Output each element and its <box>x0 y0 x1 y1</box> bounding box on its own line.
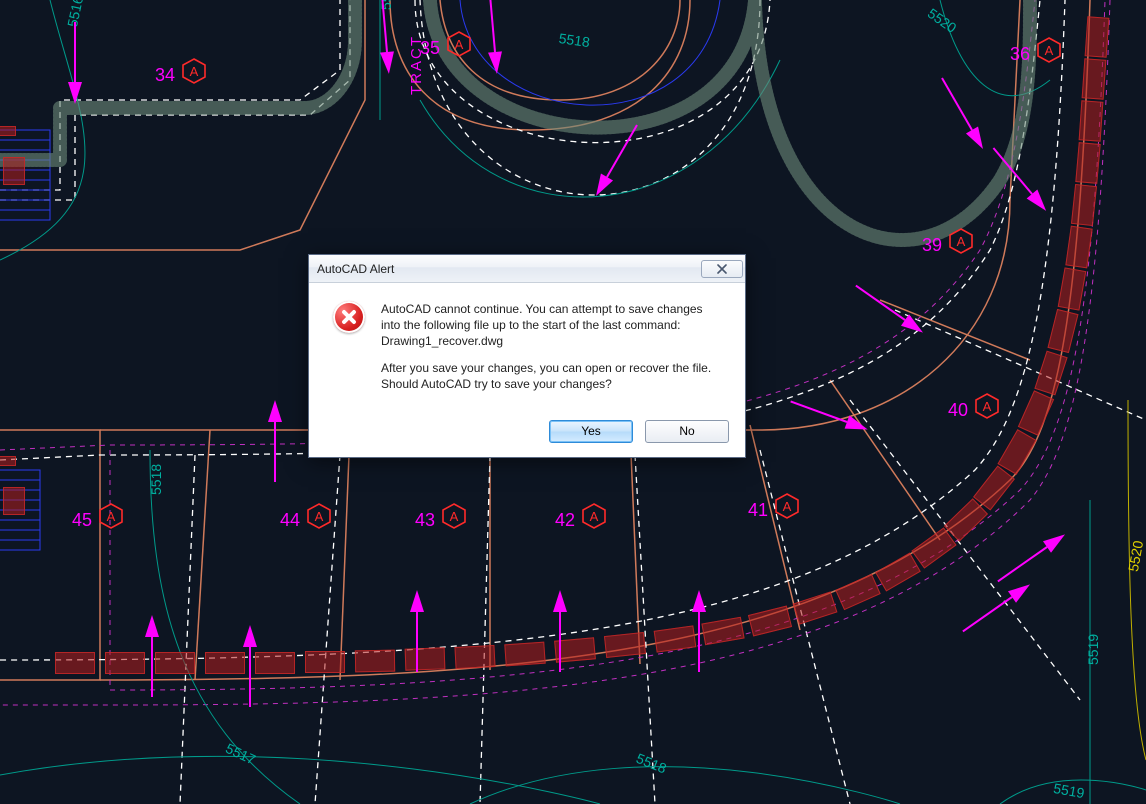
svg-text:A: A <box>1045 43 1054 58</box>
lot-number: 43 <box>415 510 435 530</box>
lot-number: 34 <box>155 65 175 85</box>
dialog-message-line1: AutoCAD cannot continue. You can attempt… <box>381 302 703 332</box>
lot-label: 45 A <box>72 500 124 531</box>
dialog-filename: Drawing1_recover.dwg <box>381 334 503 348</box>
dialog-body: AutoCAD cannot continue. You can attempt… <box>309 283 745 414</box>
lot-hex-icon: A <box>948 228 974 254</box>
lot-label: 44 A <box>280 500 332 531</box>
svg-text:A: A <box>190 64 199 79</box>
dialog-title: AutoCAD Alert <box>317 262 394 276</box>
flow-arrow-icon <box>410 590 424 612</box>
contour-label: 5519 <box>1085 634 1101 665</box>
flow-arrow-icon <box>243 625 257 647</box>
flow-arrow-icon <box>380 51 396 74</box>
lot-hex-icon: A <box>441 503 467 529</box>
lot-label: 42 A <box>555 500 607 531</box>
autocad-alert-dialog: AutoCAD Alert AutoCAD cannot continue. Y… <box>308 254 746 458</box>
dialog-close-button[interactable] <box>701 260 743 278</box>
dialog-message-line2: After you save your changes, you can ope… <box>381 361 711 375</box>
svg-text:A: A <box>983 399 992 414</box>
lot-hex-icon: A <box>98 503 124 529</box>
svg-text:A: A <box>107 509 116 524</box>
contour-label: 5517 <box>378 0 394 10</box>
lot-hex-icon: A <box>774 493 800 519</box>
lot-label: 39 A <box>922 225 974 256</box>
flow-arrow-icon <box>488 51 504 74</box>
lot-number: 40 <box>948 400 968 420</box>
svg-text:A: A <box>957 234 966 249</box>
dialog-button-row: Yes No <box>309 414 745 457</box>
lot-label: 35 A <box>420 28 472 59</box>
flow-arrow-icon <box>692 590 706 612</box>
lot-number: 44 <box>280 510 300 530</box>
lot-number: 42 <box>555 510 575 530</box>
dialog-message: AutoCAD cannot continue. You can attempt… <box>381 301 721 402</box>
lot-label: 40 A <box>948 390 1000 421</box>
lot-number: 45 <box>72 510 92 530</box>
flow-arrow-icon <box>268 400 282 422</box>
svg-text:A: A <box>783 499 792 514</box>
lot-label: 43 A <box>415 500 467 531</box>
svg-text:A: A <box>315 509 324 524</box>
contour-label: 5518 <box>148 464 164 495</box>
lot-hex-icon: A <box>974 393 1000 419</box>
dialog-message-line3: Should AutoCAD try to save your changes? <box>381 377 612 391</box>
close-icon <box>715 264 729 274</box>
lot-hex-icon: A <box>181 58 207 84</box>
lot-hex-icon: A <box>306 503 332 529</box>
svg-text:A: A <box>590 509 599 524</box>
lot-hex-icon: A <box>581 503 607 529</box>
flow-arrow-icon <box>145 615 159 637</box>
yes-button[interactable]: Yes <box>549 420 633 443</box>
flow-arrow-icon <box>68 82 82 104</box>
lot-number: 39 <box>922 235 942 255</box>
lot-number: 35 <box>420 38 440 58</box>
lot-hex-icon: A <box>446 31 472 57</box>
error-icon <box>333 301 365 333</box>
lot-label: 41 A <box>748 490 800 521</box>
lot-label: 36 A <box>1010 34 1062 65</box>
svg-text:A: A <box>455 37 464 52</box>
svg-text:A: A <box>450 509 459 524</box>
lot-label: 34 A <box>155 55 207 86</box>
lot-number: 41 <box>748 500 768 520</box>
no-button[interactable]: No <box>645 420 729 443</box>
dialog-titlebar[interactable]: AutoCAD Alert <box>309 255 745 283</box>
flow-arrow-icon <box>553 590 567 612</box>
lot-number: 36 <box>1010 44 1030 64</box>
lot-hex-icon: A <box>1036 37 1062 63</box>
